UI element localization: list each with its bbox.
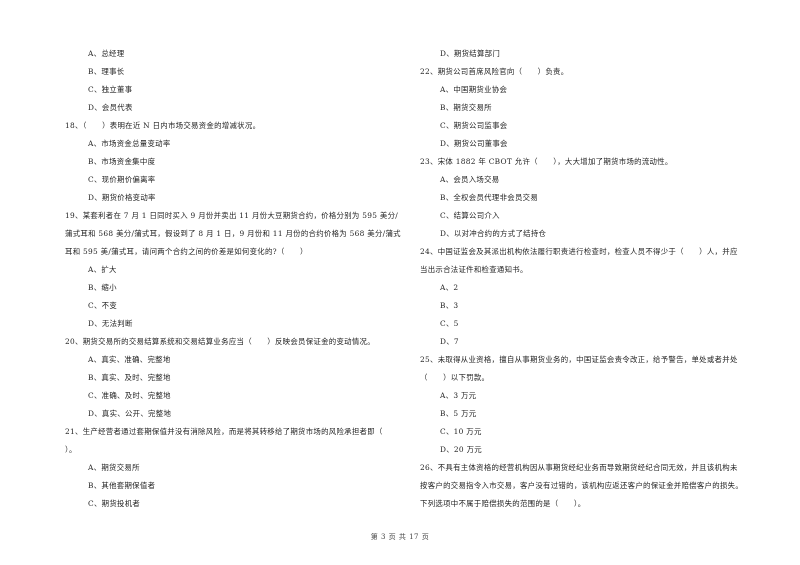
option-line: D、期货公司董事会 [440, 139, 508, 148]
question-line: 25、未取得从业资格，擅自从事期货业务的，中国证监会责令改正，给予警告，单处或者… [420, 355, 738, 364]
option-line: A、期货交易所 [88, 463, 140, 472]
option-line: D、真实、公开、完整地 [88, 409, 172, 418]
option-line: C、期货投机者 [88, 499, 141, 508]
question-line: 当出示合法证件和检查通知书。 [420, 265, 528, 274]
option-line: D、期货结算部门 [440, 49, 501, 58]
question-line: 耳和 595 美/蒲式耳，请问两个合约之间的价差是如何变化的?（ ） [65, 247, 308, 256]
question-line: 按客户的交易指令入市交易，客户没有过错的，该机构应返还客户的保证金并赔偿客户的损… [420, 481, 744, 490]
option-line: B、5 万元 [440, 409, 477, 418]
question-line: 18、（ ）表明在近 N 日内市场交易资金的增减状况。 [65, 121, 261, 130]
question-line: 26、不具有主体资格的经营机构因从事期货经纪业务而导致期货经纪合同无效，并且该机… [420, 463, 738, 472]
option-line: A、中国期货业协会 [440, 85, 508, 94]
option-line: C、5 [440, 319, 459, 328]
question-line: 24、中国证监会及其派出机构依法履行职责进行检查时，检查人员不得少于（ ）人，并… [420, 247, 738, 256]
option-line: B、市场资金集中度 [88, 157, 156, 166]
option-line: A、真实、准确、完整地 [88, 355, 171, 364]
option-line: D、以对冲合约的方式了结持仓 [440, 229, 547, 238]
option-line: B、3 [440, 301, 459, 310]
option-line: A、市场资金总量变动率 [88, 139, 171, 148]
option-line: B、期货交易所 [440, 103, 492, 112]
question-line: 23、宋体 1882 年 CBOT 允许（ ），大大增加了期货市场的流动性。 [420, 157, 673, 166]
option-line: C、现价期价偏离率 [88, 175, 156, 184]
option-line: D、无法判断 [88, 319, 133, 328]
option-line: D、会员代表 [88, 103, 133, 112]
option-line: C、期货公司监事会 [440, 121, 508, 130]
option-line: D、7 [440, 337, 459, 346]
question-line: 21、生产经营者通过套期保值并没有消除风险，而是将其转移给了期货市场的风险承担者… [65, 427, 383, 436]
question-line: 22、期货公司首席风险官向（ ）负责。 [420, 67, 569, 76]
question-line: （ ）以下罚款。 [420, 373, 490, 382]
option-line: D、20 万元 [440, 445, 482, 454]
option-line: A、2 [440, 283, 459, 292]
option-line: B、理事长 [88, 67, 125, 76]
question-line: 20、期货交易所的交易结算系统和交易结算业务应当（ ）反映会员保证金的变动情况。 [65, 337, 375, 346]
question-line: 下列选项中不属于赔偿损失的范围的是（ ）。 [420, 499, 586, 508]
option-line: B、其他套期保值者 [88, 481, 156, 490]
option-line: C、准确、及时、完整地 [88, 391, 171, 400]
page-footer: 第 3 页 共 17 页 [370, 533, 430, 541]
option-line: C、不变 [88, 301, 118, 310]
option-line: A、3 万元 [440, 391, 477, 400]
question-line: 蒲式耳和 568 美分/蒲式耳，假设到了 8 月 1 日，9 月份和 11 月份… [65, 229, 401, 238]
option-line: A、总经理 [88, 49, 125, 58]
option-line: B、真实、及时、完整地 [88, 373, 171, 382]
option-line: B、全权会员代理非会员交易 [440, 193, 539, 202]
option-line: A、扩大 [88, 265, 117, 274]
question-line: 19、某套利者在 7 月 1 日同时买入 9 月份并卖出 11 月份大豆期货合约… [65, 211, 399, 220]
option-line: C、10 万元 [440, 427, 482, 436]
option-line: D、期货价格变动率 [88, 193, 156, 202]
option-line: A、会员入场交易 [440, 175, 500, 184]
right-column: D、期货结算部门 22、期货公司首席风险官向（ ）负责。 A、中国期货业协会 B、期货… [420, 45, 765, 513]
left-column: A、总经理 B、理事长 C、独立董事 D、会员代表 18、（ ）表明在近 N 日内市场交… [65, 45, 410, 513]
option-line: B、缩小 [88, 283, 117, 292]
option-line: C、独立董事 [88, 85, 133, 94]
option-line: C、结算公司介入 [440, 211, 500, 220]
question-line: ）。 [65, 445, 77, 454]
